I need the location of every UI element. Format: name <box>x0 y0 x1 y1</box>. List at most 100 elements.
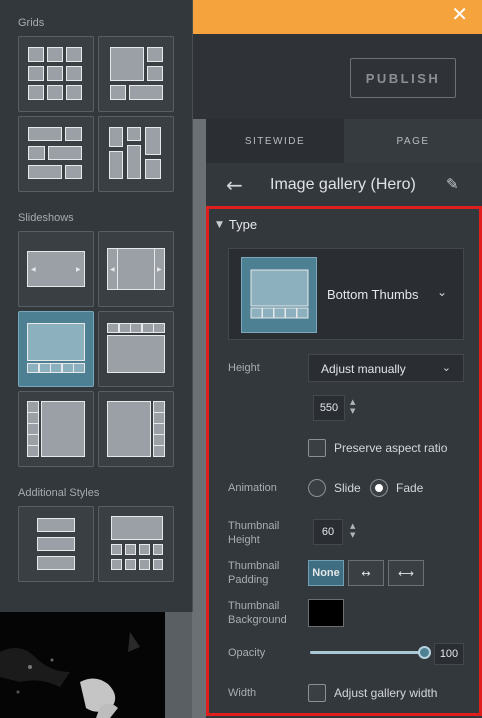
layout-block <box>147 47 163 62</box>
animation-slide-label: Slide <box>334 481 361 495</box>
layout-block <box>38 363 51 373</box>
layout-block <box>47 85 63 100</box>
opacity-input[interactable]: 100 <box>434 643 464 665</box>
layout-block <box>111 559 122 570</box>
close-icon[interactable]: ✕ <box>451 3 468 25</box>
padding-large-button[interactable]: ⟷ <box>388 560 424 586</box>
thumbnail-height-input[interactable]: 60 <box>313 519 343 545</box>
layout-block <box>65 127 82 141</box>
layout-slideshow-left-thumbs-icon[interactable] <box>18 391 94 467</box>
layout-block <box>153 544 163 555</box>
layout-block <box>47 66 63 81</box>
layout-block <box>127 127 141 141</box>
slide-arrow-icon: ▶ <box>157 266 162 273</box>
group-title-slideshows: Slideshows <box>18 212 74 224</box>
opacity-label: Opacity <box>228 647 266 659</box>
preserve-ratio-checkbox[interactable] <box>308 439 326 457</box>
layout-block <box>28 165 62 179</box>
layout-block <box>107 401 151 457</box>
layout-block <box>109 127 123 147</box>
type-selected-value: Bottom Thumbs <box>327 287 419 302</box>
width-label: Width <box>228 687 257 699</box>
layout-grid-brick-icon[interactable] <box>18 116 94 192</box>
thumbnail-height-label: Thumbnail Height <box>228 520 280 546</box>
layout-block <box>111 516 163 540</box>
height-stepper-icon[interactable]: ▲ ▼ <box>350 398 355 416</box>
layout-block <box>48 146 82 160</box>
layout-block <box>66 66 82 81</box>
layout-block <box>73 363 85 373</box>
thumbnail-height-stepper-icon[interactable]: ▲ ▼ <box>350 522 355 540</box>
layout-block <box>141 323 154 333</box>
layout-block <box>28 66 44 81</box>
slide-arrow-icon: ◀ <box>110 266 115 273</box>
type-label: Type <box>228 217 258 232</box>
layout-grid-with-hero-icon[interactable] <box>98 506 174 582</box>
height-mode-value: Adjust manually <box>321 362 406 376</box>
layout-block <box>27 445 39 457</box>
canvas-strip <box>165 612 192 718</box>
layout-block <box>50 363 62 373</box>
layout-block <box>65 165 82 179</box>
layout-slideshow-basic-icon[interactable]: ◀ ▶ <box>18 231 94 307</box>
animation-fade-label: Fade <box>396 481 424 495</box>
slide-arrow-icon: ▶ <box>76 266 81 273</box>
caret-down-icon: ▼ <box>216 219 223 230</box>
pencil-icon[interactable]: ✎ <box>446 175 459 193</box>
layout-block <box>66 47 82 62</box>
layout-block <box>129 85 163 100</box>
padding-small-button[interactable]: ↔ <box>348 560 384 586</box>
thumbnail-padding-label: Thumbnail Padding <box>228 560 280 586</box>
layout-block <box>107 335 165 373</box>
layout-block <box>153 323 165 333</box>
animation-label: Animation <box>228 482 277 494</box>
layout-slideshow-top-thumbs-icon[interactable] <box>98 311 174 387</box>
layout-grid-featured-icon[interactable] <box>98 36 174 112</box>
section-header: ← Image gallery (Hero) ✎ <box>206 163 482 207</box>
layout-block <box>28 146 45 160</box>
type-selector[interactable]: Bottom Thumbs ⌄ <box>228 248 464 340</box>
layout-block <box>110 85 126 100</box>
section-title: Image gallery (Hero) <box>270 176 416 193</box>
layout-block <box>145 159 161 179</box>
layouts-panel: Grids Slideshows ◀ ▶ ◀ ▶ Additional Styl… <box>0 0 193 612</box>
height-label: Height <box>228 362 260 374</box>
layout-block <box>153 559 163 570</box>
tab-sitewide[interactable]: SITEWIDE <box>206 119 344 163</box>
thumbnail-background-label: Thumbnail Background <box>228 600 287 626</box>
layout-block <box>66 85 82 100</box>
layout-block <box>110 47 144 81</box>
thumbnail-background-swatch[interactable] <box>308 599 344 627</box>
opacity-slider-handle[interactable] <box>418 646 431 659</box>
tab-page[interactable]: PAGE <box>344 119 482 163</box>
opacity-slider-track[interactable] <box>310 651 426 654</box>
adjust-width-checkbox[interactable] <box>308 684 326 702</box>
layout-block <box>27 363 39 373</box>
layout-slideshow-bottom-thumbs-icon[interactable] <box>18 311 94 387</box>
layout-block <box>47 47 63 62</box>
layout-block <box>109 151 123 179</box>
animation-slide-radio[interactable] <box>308 479 326 497</box>
settings-tabs: SITEWIDE PAGE <box>206 119 482 163</box>
layout-grid-masonry-icon[interactable] <box>98 116 174 192</box>
type-section-toggle[interactable]: ▼ Type <box>216 217 257 232</box>
back-arrow-icon[interactable]: ← <box>226 173 243 197</box>
layout-block <box>28 85 44 100</box>
layout-stacked-icon[interactable] <box>18 506 94 582</box>
layout-block <box>127 145 141 179</box>
height-mode-select[interactable]: Adjust manually ⌄ <box>308 354 464 382</box>
layout-block <box>145 127 161 155</box>
publish-button[interactable]: PUBLISH <box>350 58 456 98</box>
layout-slideshow-peek-icon[interactable]: ◀ ▶ <box>98 231 174 307</box>
height-input[interactable]: 550 <box>313 395 345 421</box>
layout-grid-3x3-icon[interactable] <box>18 36 94 112</box>
adjust-width-label: Adjust gallery width <box>334 686 438 700</box>
padding-none-button[interactable]: None <box>308 560 344 586</box>
animation-fade-radio[interactable] <box>370 479 388 497</box>
layout-block <box>125 559 136 570</box>
layout-slideshow-right-thumbs-icon[interactable] <box>98 391 174 467</box>
top-accent-bar: ✕ <box>192 0 482 34</box>
layout-block <box>61 363 74 373</box>
preview-image-art <box>0 612 165 718</box>
layout-block <box>153 445 165 457</box>
